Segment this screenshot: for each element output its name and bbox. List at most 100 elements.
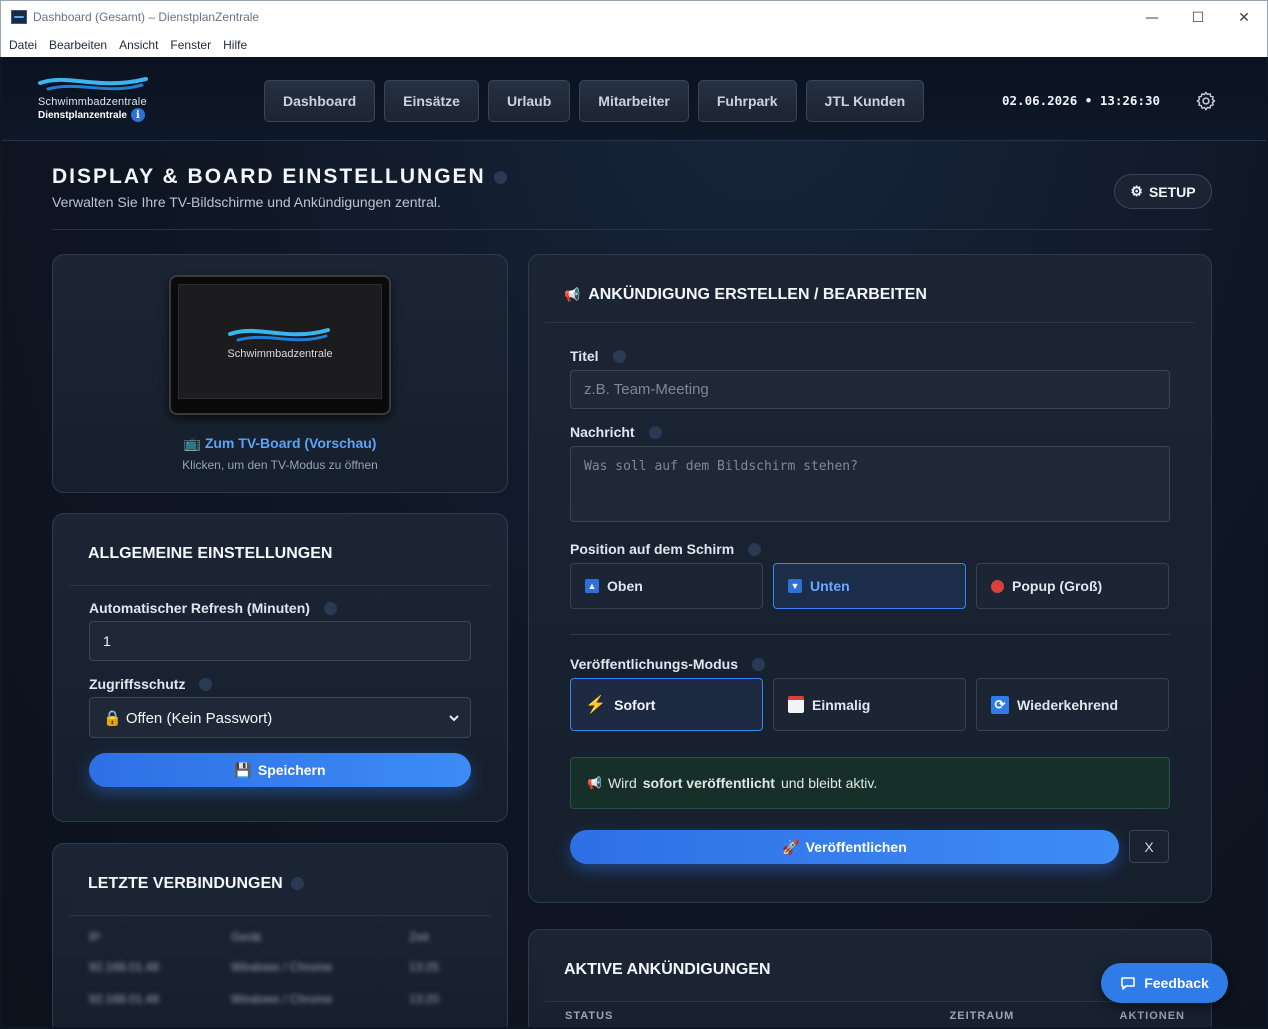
general-settings-card: ALLGEMEINE EINSTELLUNGEN Automatischer R… [52,513,508,822]
logo-subtitle: Dienstplanzentrale i [38,108,168,122]
rocket-icon: 🚀 [782,838,800,855]
floppy-icon: 💾 [234,761,252,778]
notice-text-post: und bleibt aktiv. [780,775,878,791]
access-label-text: Zugriffsschutz [89,676,186,692]
nav-mitarbeiter[interactable]: Mitarbeiter [579,80,689,122]
repeat-icon: ⟳ [991,695,1009,714]
refresh-input[interactable]: 1 [89,621,471,661]
window-title: Dashboard (Gesamt) – DienstplanZentrale [33,10,260,24]
info-icon[interactable] [323,601,337,615]
info-icon[interactable] [199,677,213,691]
info-icon[interactable]: i [130,108,145,122]
nav-tabs: Dashboard Einsätze Urlaub Mitarbeiter Fu… [264,80,925,122]
header-divider [52,229,1212,230]
info-icon[interactable] [493,170,507,184]
megaphone-icon: 📢 [587,776,602,790]
minimize-button[interactable]: — [1129,1,1175,34]
title-label-text: Titel [570,348,599,364]
access-label: Zugriffsschutz [89,676,213,692]
position-option-unten[interactable]: ▼ Unten [773,563,966,609]
cell-device: Windows / Chrome [231,960,333,974]
info-icon[interactable] [748,542,762,556]
maximize-button[interactable]: ☐ [1175,1,1221,34]
refresh-label: Automatischer Refresh (Minuten) [89,600,337,616]
section-title: ANKÜNDIGUNG ERSTELLEN / BEARBEITEN [588,285,927,303]
menu-hilfe[interactable]: Hilfe [223,38,247,52]
table-row: 92.168.01.48 Windows / Chrome 13:25 [89,960,439,974]
settings-gear-icon[interactable] [1195,90,1217,112]
cell-device: Windows / Chrome [231,992,333,1006]
position-unten-label: Unten [810,578,850,594]
nav-einsaetze[interactable]: Einsätze [384,80,479,122]
tv-preview-card: Schwimmbadzentrale 📺 Zum TV-Board (Vorsc… [52,254,508,493]
mode-option-sofort[interactable]: ⚡ Sofort [570,678,763,731]
menubar: Datei Bearbeiten Ansicht Fenster Hilfe [0,33,1268,57]
tv-brand: Schwimmbadzentrale [227,347,333,360]
publish-button[interactable]: 🚀 Veröffentlichen [570,830,1119,864]
tv-board-link[interactable]: 📺 Zum TV-Board (Vorschau) [53,435,507,452]
nav-jtl-kunden[interactable]: JTL Kunden [805,80,925,122]
cell-time: 13:20 [409,992,440,1006]
section-header: AKTIVE ANKÜNDIGUNGEN [545,938,1195,1002]
column-time: Zeit [409,930,430,944]
publish-label: Veröffentlichen [805,839,907,855]
mode-option-wiederkehrend[interactable]: ⟳ Wiederkehrend [976,678,1169,731]
nav-dashboard[interactable]: Dashboard [264,80,376,122]
position-option-oben[interactable]: ▲ Oben [570,563,763,609]
mode-label: Veröffentlichungs-Modus [570,656,765,672]
save-button[interactable]: 💾 Speichern [89,753,471,787]
info-icon[interactable] [290,877,304,890]
info-icon[interactable] [648,425,662,439]
access-select-value: 🔒 Offen (Kein Passwort) [103,709,272,727]
app-root: Schwimmbadzentrale Dienstplanzentrale i … [2,57,1266,1027]
menu-ansicht[interactable]: Ansicht [119,38,158,52]
access-select[interactable]: 🔒 Offen (Kein Passwort) [89,697,471,738]
info-icon[interactable] [612,349,626,363]
info-icon[interactable] [752,657,765,671]
cell-ip: 92.168.01.48 [89,960,160,974]
column-ip: IP [89,930,101,944]
chat-bubble-icon [1121,977,1136,990]
nav-fuhrpark[interactable]: Fuhrpark [697,80,797,122]
clock: 02.06.2026 • 13:26:30 [1002,93,1161,108]
tv-preview[interactable]: Schwimmbadzentrale [169,275,391,415]
divider [570,634,1170,635]
message-textarea[interactable]: Was soll auf dem Bildschirm stehen? [570,446,1170,522]
mode-option-einmalig[interactable]: Einmalig [773,678,966,731]
connections-card: LETZTE VERBINDUNGEN IP Gerät Zeit 92.168… [52,843,508,1027]
tv-icon: 📺 [183,435,201,451]
menu-fenster[interactable]: Fenster [170,38,211,52]
position-option-popup[interactable]: Popup (Groß) [976,563,1169,609]
access-select-text: Offen (Kein Passwort) [125,709,273,727]
table-row: 92.168.01.48 Windows / Chrome 13:20 [89,992,439,1006]
section-title: AKTIVE ANKÜNDIGUNGEN [564,960,771,978]
logo[interactable]: Schwimmbadzentrale Dienstplanzentrale i [38,73,168,122]
feedback-button[interactable]: Feedback [1101,963,1228,1003]
section-title: ALLGEMEINE EINSTELLUNGEN [88,544,333,562]
menu-datei[interactable]: Datei [9,38,37,52]
tv-hint: Klicken, um den TV-Modus zu öffnen [182,458,378,472]
tv-board-link-text: Zum TV-Board (Vorschau) [204,435,377,451]
setup-label: SETUP [1148,183,1196,200]
cancel-button[interactable]: X [1129,830,1169,863]
setup-button[interactable]: ⚙ SETUP [1114,174,1212,209]
column-zeitraum: ZEITRAUM [949,1010,1015,1022]
title-input[interactable]: z.B. Team-Meeting [570,370,1170,409]
position-label-text: Position auf dem Schirm [570,541,735,557]
mode-label-text: Veröffentlichungs-Modus [570,656,738,672]
cell-time: 13:25 [409,960,440,974]
column-device: Gerät [231,930,262,944]
save-label: Speichern [257,762,326,778]
close-window-button[interactable]: ✕ [1221,1,1267,34]
menu-bearbeiten[interactable]: Bearbeiten [49,38,107,52]
window-titlebar: Dashboard (Gesamt) – DienstplanZentrale … [0,0,1268,33]
nav-urlaub[interactable]: Urlaub [487,80,571,122]
red-circle-icon [991,579,1004,593]
announcement-card: 📢 ANKÜNDIGUNG ERSTELLEN / BEARBEITEN Tit… [528,254,1212,903]
mode-wiederkehrend-label: Wiederkehrend [1017,696,1119,713]
message-label-text: Nachricht [570,424,635,440]
page-subtitle: Verwalten Sie Ihre TV-Bildschirme und An… [52,194,441,210]
top-navigation: Schwimmbadzentrale Dienstplanzentrale i … [2,57,1266,141]
app-icon [11,10,27,24]
notice-text-pre: Wird [607,775,637,791]
